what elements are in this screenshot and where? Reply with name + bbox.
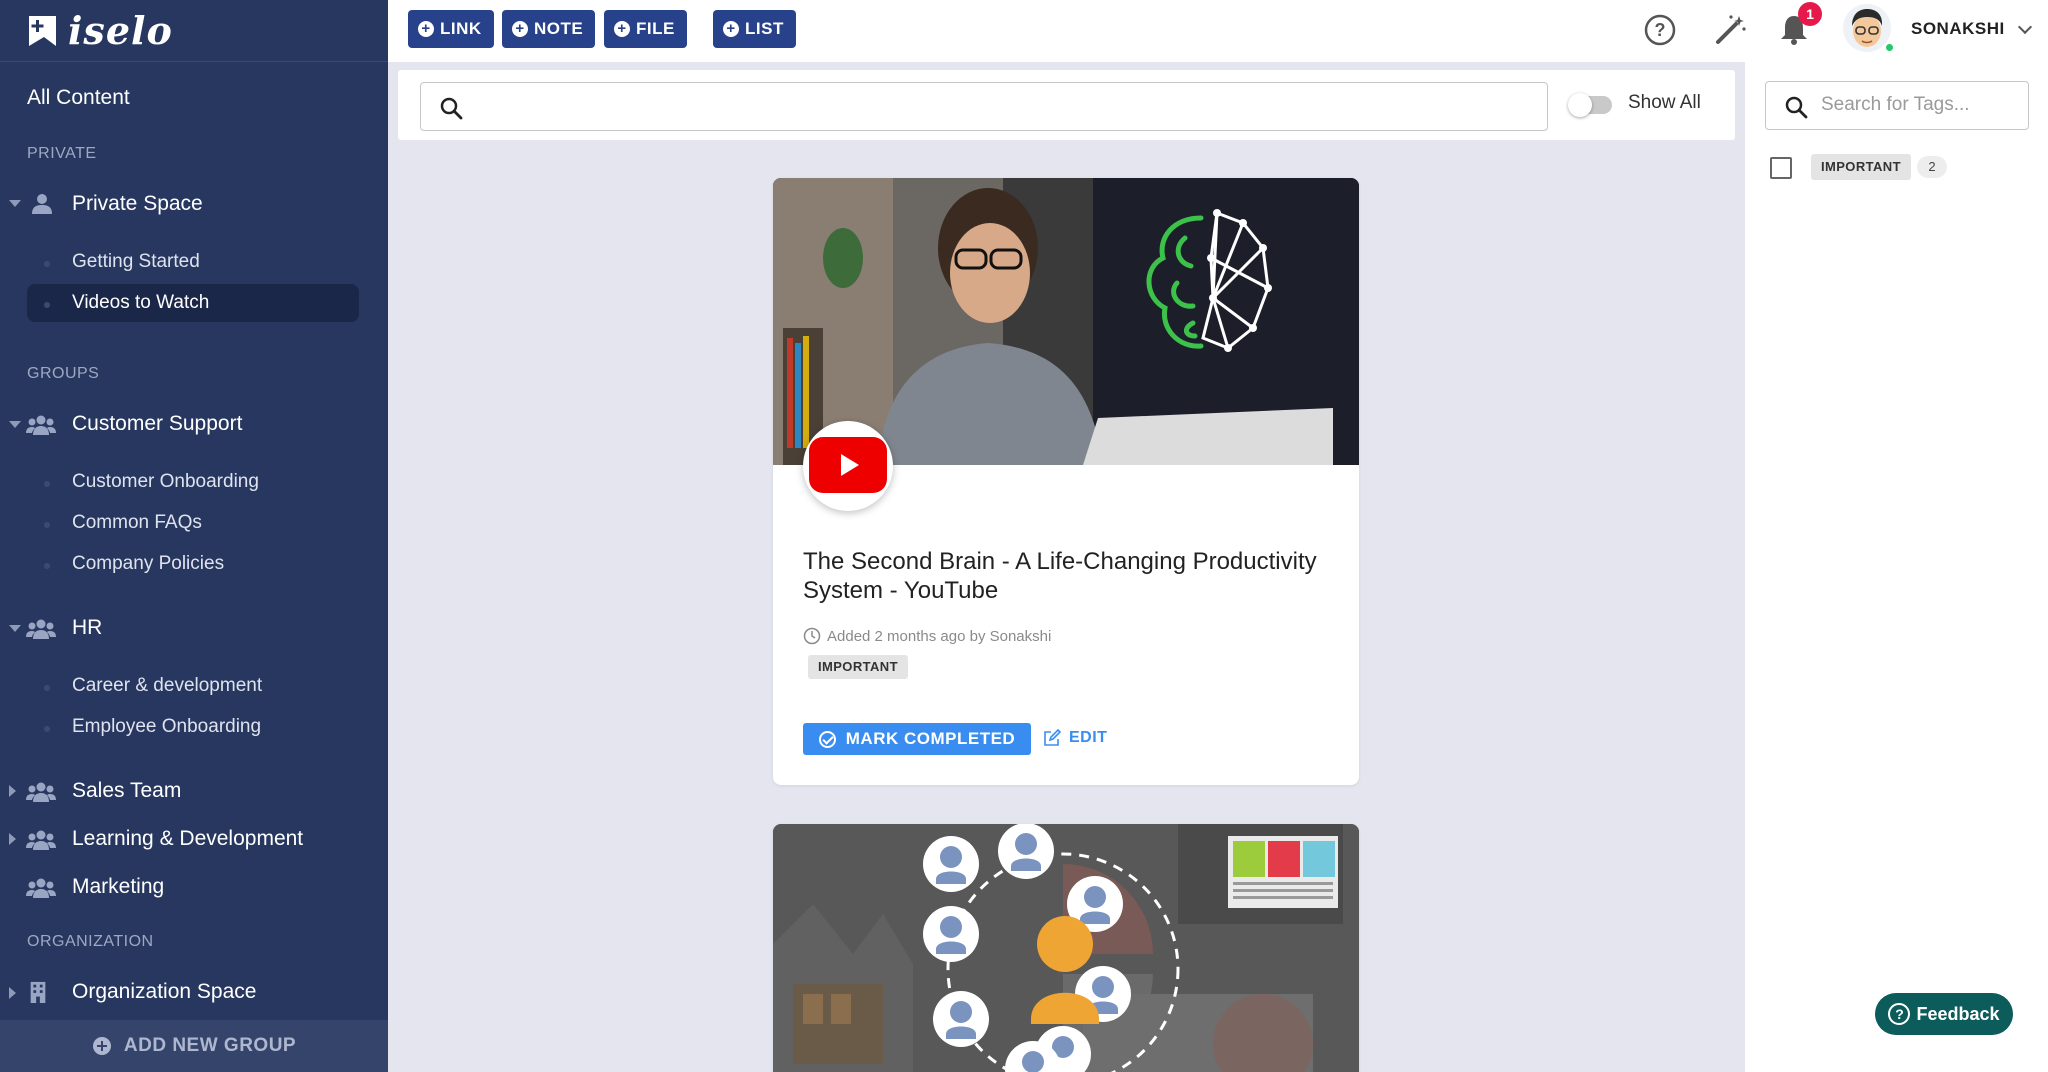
- add-link-button[interactable]: + LINK: [408, 10, 494, 48]
- add-new-group-button[interactable]: ADD NEW GROUP: [0, 1020, 388, 1072]
- plus-icon: +: [512, 21, 528, 37]
- sidebar-item-career-development[interactable]: Career & development: [43, 675, 262, 697]
- tag-label[interactable]: IMPORTANT: [1811, 154, 1911, 180]
- search-panel: Show All: [398, 70, 1735, 140]
- feedback-label: Feedback: [1916, 1003, 2000, 1024]
- show-all-label: Show All: [1628, 92, 1701, 113]
- add-new-group-label: ADD NEW GROUP: [123, 1035, 297, 1056]
- add-list-button[interactable]: + LIST: [713, 10, 796, 48]
- app-name: iselo: [68, 8, 173, 53]
- app-logo[interactable]: iselo: [0, 0, 388, 62]
- toggle-knob: [1568, 93, 1592, 117]
- private-space-caret-icon[interactable]: [9, 200, 21, 207]
- top-bar: + LINK + NOTE + FILE + LIST ? 1 SONAKSHI: [388, 0, 2048, 62]
- card-tag[interactable]: IMPORTANT: [808, 655, 908, 679]
- section-organization: ORGANIZATION: [27, 933, 154, 950]
- plus-icon: +: [614, 21, 630, 37]
- username[interactable]: SONAKSHI: [1911, 19, 2005, 39]
- search-icon: [440, 97, 463, 120]
- sidebar-item-company-policies[interactable]: Company Policies: [43, 553, 224, 575]
- tag-checkbox[interactable]: [1770, 157, 1792, 179]
- sidebar-group-learning-development[interactable]: Learning & Development: [72, 827, 303, 851]
- add-note-button[interactable]: + NOTE: [502, 10, 596, 48]
- show-all-toggle[interactable]: [1568, 93, 1612, 117]
- add-link-label: LINK: [440, 19, 482, 38]
- section-private: PRIVATE: [27, 145, 97, 162]
- feedback-button[interactable]: ? Feedback: [1875, 993, 2013, 1035]
- sidebar-item-videos-to-watch[interactable]: Videos to Watch: [43, 292, 209, 314]
- edit-button[interactable]: EDIT: [1043, 729, 1107, 747]
- content-card[interactable]: The Second Brain - A Life-Changing Produ…: [773, 178, 1359, 785]
- chevron-down-icon[interactable]: [2017, 19, 2033, 35]
- hr-caret-icon[interactable]: [9, 625, 21, 632]
- plus-icon: +: [723, 21, 739, 37]
- edit-label: EDIT: [1069, 729, 1108, 746]
- clock-icon: [803, 627, 821, 645]
- add-list-label: LIST: [745, 19, 784, 38]
- add-note-label: NOTE: [534, 19, 584, 38]
- content-search-input[interactable]: [420, 82, 1548, 131]
- tag-count: 2: [1917, 156, 1947, 178]
- group-icon: [26, 415, 56, 435]
- tag-search-input[interactable]: [1821, 94, 2021, 116]
- sales-team-caret-icon[interactable]: [9, 785, 16, 797]
- sidebar-item-employee-onboarding[interactable]: Employee Onboarding: [43, 716, 261, 738]
- sidebar-organization-space[interactable]: Organization Space: [72, 980, 256, 1004]
- online-status-indicator: [1884, 42, 1895, 53]
- sidebar-private-space[interactable]: Private Space: [72, 192, 203, 216]
- sidebar-group-customer-support[interactable]: Customer Support: [72, 412, 242, 436]
- tags-panel: IMPORTANT 2: [1745, 62, 2048, 1072]
- card-thumbnail[interactable]: [773, 824, 1359, 1072]
- sidebar-group-marketing[interactable]: Marketing: [72, 875, 164, 899]
- tag-search-field[interactable]: [1765, 81, 2029, 130]
- thumbnail-image: [773, 824, 1359, 1072]
- sidebar: iselo All Content PRIVATE Private Space …: [0, 0, 388, 1072]
- section-groups: GROUPS: [27, 365, 100, 382]
- group-icon: [26, 619, 56, 639]
- plus-circle-icon: [92, 1037, 111, 1055]
- plus-icon: +: [418, 21, 434, 37]
- building-icon: [30, 981, 46, 1003]
- notification-badge: 1: [1798, 2, 1822, 26]
- group-icon: [26, 830, 56, 850]
- check-circle-icon: [818, 730, 836, 748]
- sidebar-item-common-faqs[interactable]: Common FAQs: [44, 512, 202, 534]
- organization-caret-icon[interactable]: [9, 987, 16, 999]
- mark-completed-button[interactable]: MARK COMPLETED: [803, 723, 1031, 755]
- person-icon: [32, 194, 52, 214]
- help-circle-icon: ?: [1888, 1003, 1911, 1025]
- mark-completed-label: MARK COMPLETED: [845, 729, 1016, 748]
- search-icon: [1785, 96, 1808, 119]
- magic-wand-icon[interactable]: [1712, 12, 1748, 48]
- add-file-button[interactable]: + FILE: [604, 10, 687, 48]
- learning-development-caret-icon[interactable]: [9, 833, 16, 845]
- sidebar-group-hr[interactable]: HR: [72, 616, 102, 640]
- card-title[interactable]: The Second Brain - A Life-Changing Produ…: [803, 547, 1343, 605]
- content-card[interactable]: [773, 824, 1359, 1072]
- customer-support-caret-icon[interactable]: [9, 421, 21, 428]
- help-icon[interactable]: ?: [1642, 12, 1678, 48]
- sidebar-all-content[interactable]: All Content: [27, 86, 130, 110]
- add-file-label: FILE: [636, 19, 675, 38]
- iselo-logo-icon: [29, 15, 56, 46]
- edit-icon: [1044, 729, 1061, 746]
- card-meta: Added 2 months ago by Sonakshi: [803, 627, 1051, 645]
- sidebar-group-sales-team[interactable]: Sales Team: [72, 779, 181, 803]
- group-icon: [26, 782, 56, 802]
- sidebar-item-getting-started[interactable]: Getting Started: [44, 251, 200, 273]
- youtube-icon: [803, 421, 893, 511]
- svg-text:?: ?: [1655, 20, 1666, 40]
- card-added-text: Added 2 months ago by Sonakshi: [827, 627, 1052, 645]
- sidebar-item-customer-onboarding[interactable]: Customer Onboarding: [44, 471, 259, 493]
- group-icon: [26, 878, 56, 898]
